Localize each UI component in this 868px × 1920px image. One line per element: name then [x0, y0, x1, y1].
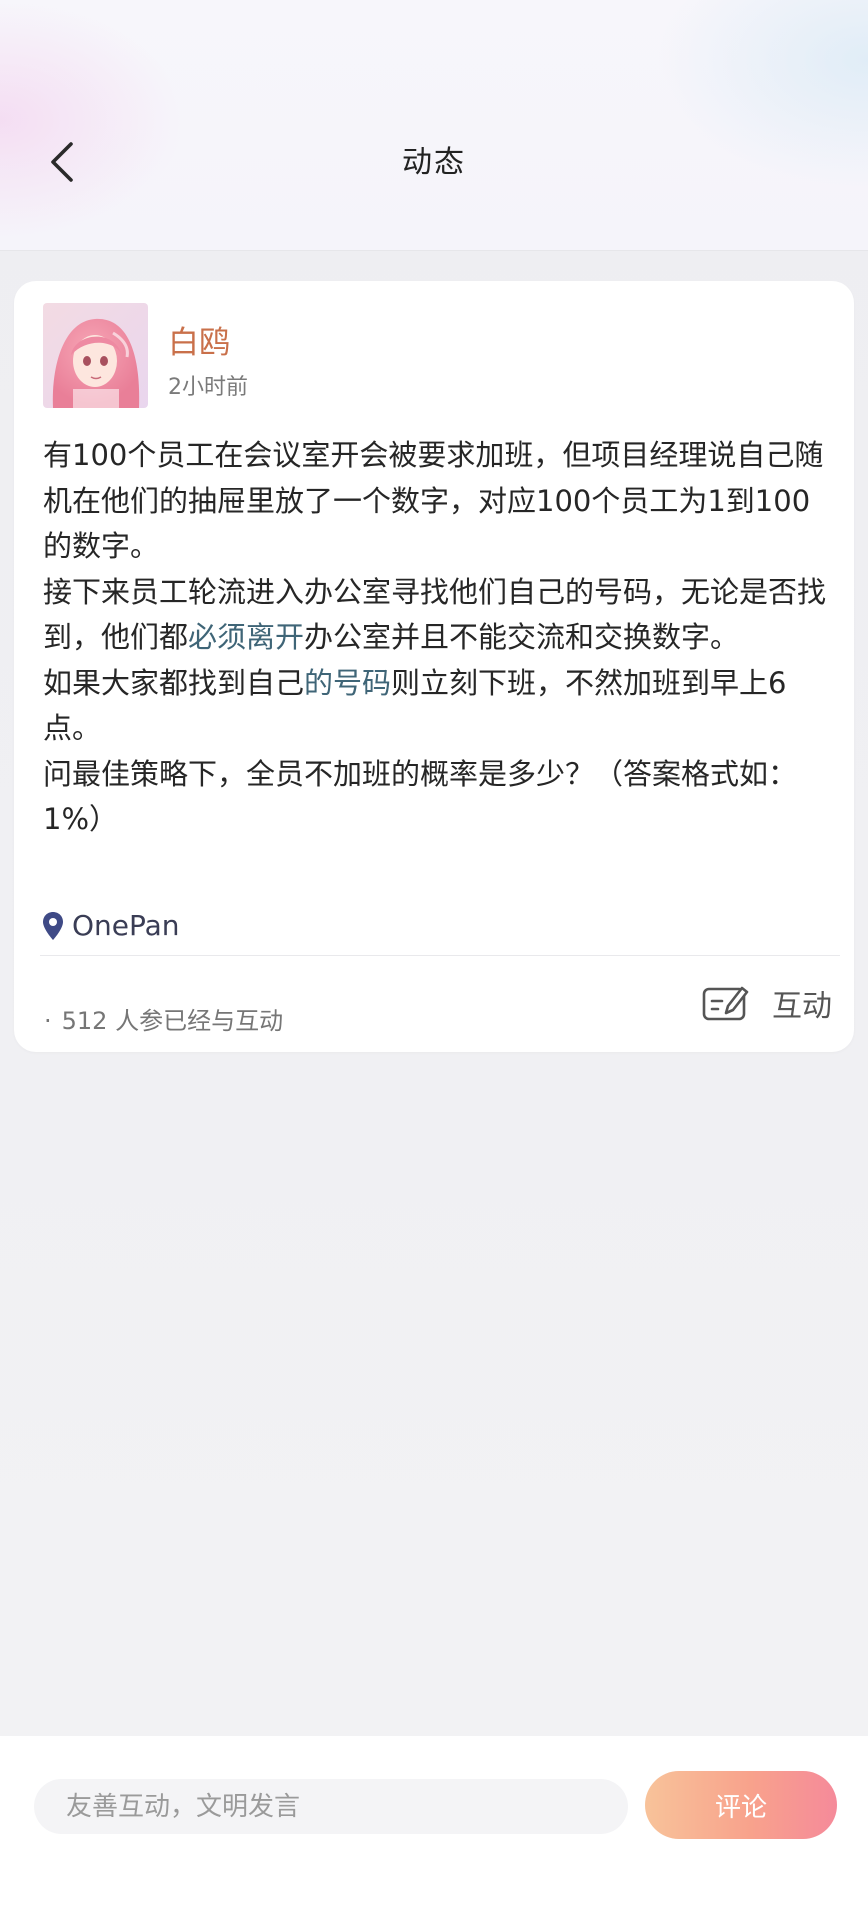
divider	[40, 955, 840, 956]
post-text: 如果大家都找到自己	[43, 665, 305, 700]
participants-text: 512 人参已经与互动	[61, 1007, 284, 1035]
top-nav-bar: 动态	[0, 0, 868, 251]
post-paragraph-2: 接下来员工轮流进入办公室寻找他们自己的号码，无论是否找到，他们都必须离开办公室并…	[43, 570, 833, 661]
comment-input[interactable]	[34, 1779, 628, 1834]
interact-button[interactable]: 互动	[702, 981, 832, 1025]
interact-label: 互动	[772, 989, 832, 1024]
location-tag[interactable]: OnePan	[42, 909, 180, 942]
pink-hair-anime-avatar	[43, 303, 148, 408]
post-timestamp: 2小时前	[168, 375, 248, 400]
comment-submit-button[interactable]: 评论	[645, 1771, 837, 1839]
edit-note-icon	[702, 986, 749, 1021]
highlighted-text: 的号码	[304, 665, 392, 700]
map-pin-icon	[43, 911, 63, 940]
post-paragraph-1: 有100个员工在会议室开会被要求加班，但项目经理说自己随机在他们的抽屉里放了一个…	[43, 438, 824, 563]
post-text: 办公室并且不能交流和交换数字。	[304, 620, 740, 654]
bullet-dot: ·	[44, 1007, 52, 1035]
participants-count: · 512 人参已经与互动	[44, 1001, 283, 1036]
author-name[interactable]: 白鸥	[168, 317, 230, 362]
post-content: 有100个员工在会议室开会被要求加班，但项目经理说自己随机在他们的抽屉里放了一个…	[43, 433, 833, 843]
post-paragraph-3: 如果大家都找到自己的号码则立刻下班，不然加班到早上6点。	[43, 661, 833, 752]
comment-bar: 评论	[0, 1736, 868, 1920]
highlighted-text: 必须离开	[188, 620, 305, 654]
avatar[interactable]	[43, 303, 148, 408]
page-title: 动态	[402, 145, 466, 180]
post-card: 白鸥 2小时前 有100个员工在会议室开会被要求加班，但项目经理说自己随机在他们…	[14, 281, 854, 1052]
post-paragraph-4: 问最佳策略下，全员不加班的概率是多少？（答案格式如：1%）	[43, 756, 798, 837]
location-label: OnePan	[72, 909, 180, 942]
